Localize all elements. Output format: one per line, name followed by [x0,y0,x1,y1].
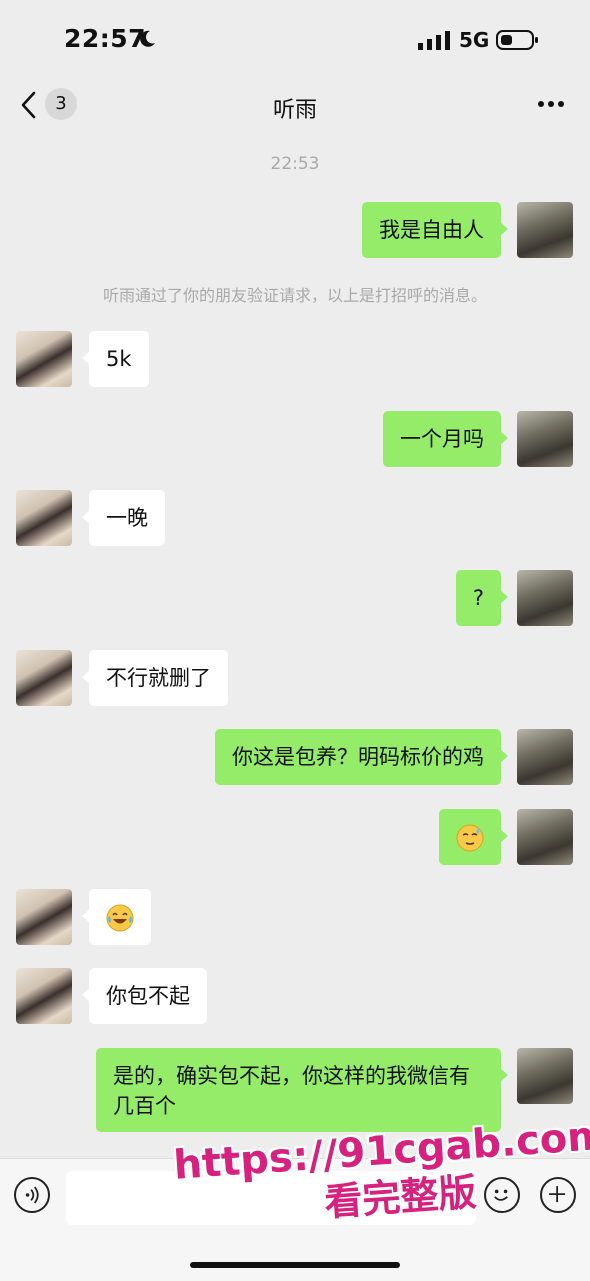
contact-avatar[interactable] [16,650,72,706]
status-bar: 22:57 5G [0,0,590,80]
my-avatar[interactable] [517,729,573,785]
system-notice: 听雨通过了你的朋友验证请求，以上是打招呼的消息。 [102,286,487,305]
more-icon[interactable] [536,92,566,116]
my-avatar[interactable] [517,1048,573,1104]
message-bubble-received[interactable]: 5k [82,331,149,387]
contact-avatar[interactable] [16,331,72,387]
message-bubble-sent[interactable]: 你这是包养？明码标价的鸡 [215,729,508,785]
chat-title: 听雨 [272,98,317,123]
message-bubble-received[interactable]: 不行就删了 [82,650,228,706]
my-avatar[interactable] [517,570,573,626]
message-bubble-sent-emoji[interactable] [439,809,508,865]
sweat-smile-emoji-icon [456,824,484,852]
contact-avatar[interactable] [16,490,72,546]
my-avatar[interactable] [517,202,573,258]
signal-icon [418,31,450,50]
message-bubble-received-emoji[interactable] [82,889,151,945]
message-timestamp: 22:53 [270,154,320,174]
voice-icon[interactable] [14,1177,50,1213]
my-avatar[interactable] [517,809,573,865]
moon-icon [140,30,155,47]
message-bubble-sent[interactable]: 我是自由人 [362,202,508,258]
message-bubble-received[interactable]: 你包不起 [82,968,207,1024]
message-bubble-sent[interactable]: 是的，确实包不起，你这样的我微信有几百个 [96,1048,508,1132]
message-bubble-sent[interactable]: 一个月吗 [383,411,508,467]
home-indicator[interactable] [190,1262,400,1268]
message-bubble-sent[interactable]: ? [455,570,509,626]
my-avatar[interactable] [517,411,573,467]
status-time: 22:57 [64,24,147,53]
battery-icon [496,30,538,50]
tears-of-joy-emoji-icon [106,904,134,932]
contact-avatar[interactable] [16,889,72,945]
contact-avatar[interactable] [16,968,72,1024]
network-label: 5G [459,28,490,52]
message-bubble-received[interactable]: 一晚 [82,490,165,546]
